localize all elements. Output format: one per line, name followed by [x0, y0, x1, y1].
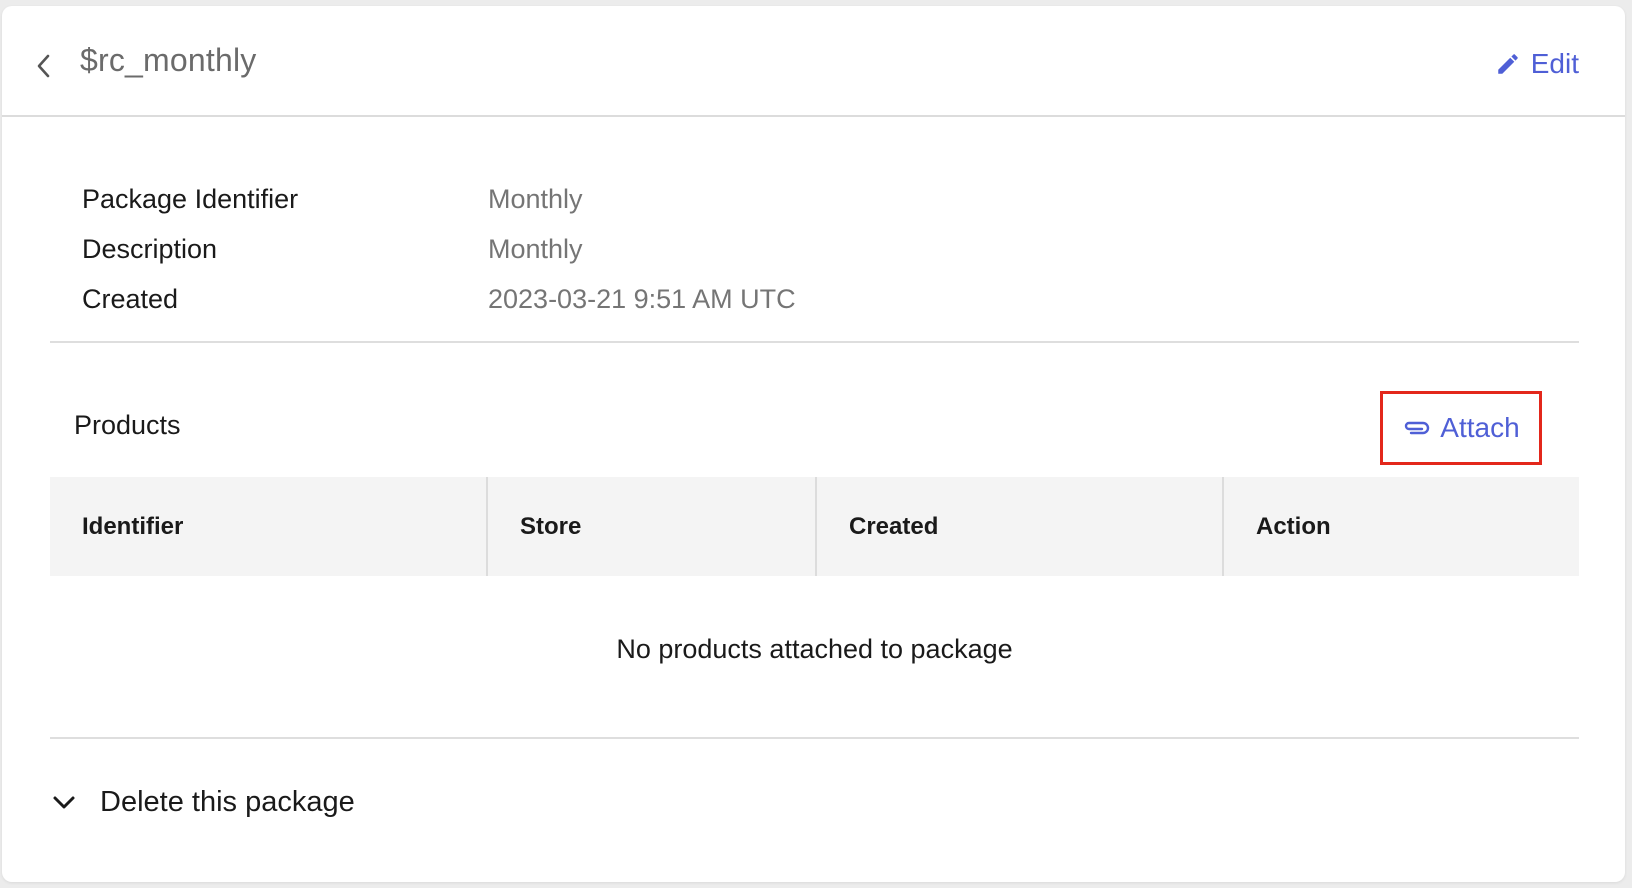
chevron-left-icon — [37, 54, 50, 78]
column-header-store[interactable]: Store — [488, 477, 817, 576]
divider — [50, 341, 1579, 343]
paperclip-icon — [1405, 421, 1430, 435]
page-title: $rc_monthly — [80, 42, 257, 78]
column-header-action[interactable]: Action — [1224, 477, 1579, 576]
detail-label: Created — [82, 283, 179, 314]
delete-package-toggle[interactable]: Delete this package — [52, 786, 355, 819]
detail-row-created: Created 2023-03-21 9:51 AM UTC — [82, 274, 796, 324]
column-header-created[interactable]: Created — [817, 477, 1224, 576]
detail-row-description: Description Monthly — [82, 224, 796, 274]
column-header-identifier[interactable]: Identifier — [50, 477, 488, 576]
delete-package-label: Delete this package — [100, 786, 355, 818]
package-details: Package Identifier Monthly Description M… — [82, 174, 796, 324]
products-table: Identifier Store Created Action No produ… — [50, 477, 1579, 722]
attach-label: Attach — [1440, 412, 1520, 443]
detail-value: 2023-03-21 9:51 AM UTC — [488, 283, 796, 314]
table-header: Identifier Store Created Action — [50, 477, 1579, 576]
detail-value: Monthly — [488, 183, 583, 214]
attach-button[interactable]: Attach — [1380, 391, 1542, 465]
edit-label: Edit — [1530, 48, 1579, 79]
detail-value: Monthly — [488, 233, 583, 264]
products-heading: Products — [74, 410, 181, 440]
package-detail-card: $rc_monthly Edit Package Identifier Mont… — [2, 6, 1625, 882]
chevron-down-icon — [53, 796, 75, 808]
page-header: $rc_monthly Edit — [2, 6, 1625, 117]
detail-label: Description — [82, 233, 218, 264]
detail-row-package-identifier: Package Identifier Monthly — [82, 174, 796, 224]
pencil-icon — [1498, 54, 1518, 74]
back-button[interactable] — [28, 48, 60, 84]
edit-button[interactable]: Edit — [1495, 48, 1579, 80]
detail-label: Package Identifier — [82, 183, 299, 214]
divider — [50, 737, 1579, 739]
empty-table-message: No products attached to package — [616, 633, 1013, 664]
